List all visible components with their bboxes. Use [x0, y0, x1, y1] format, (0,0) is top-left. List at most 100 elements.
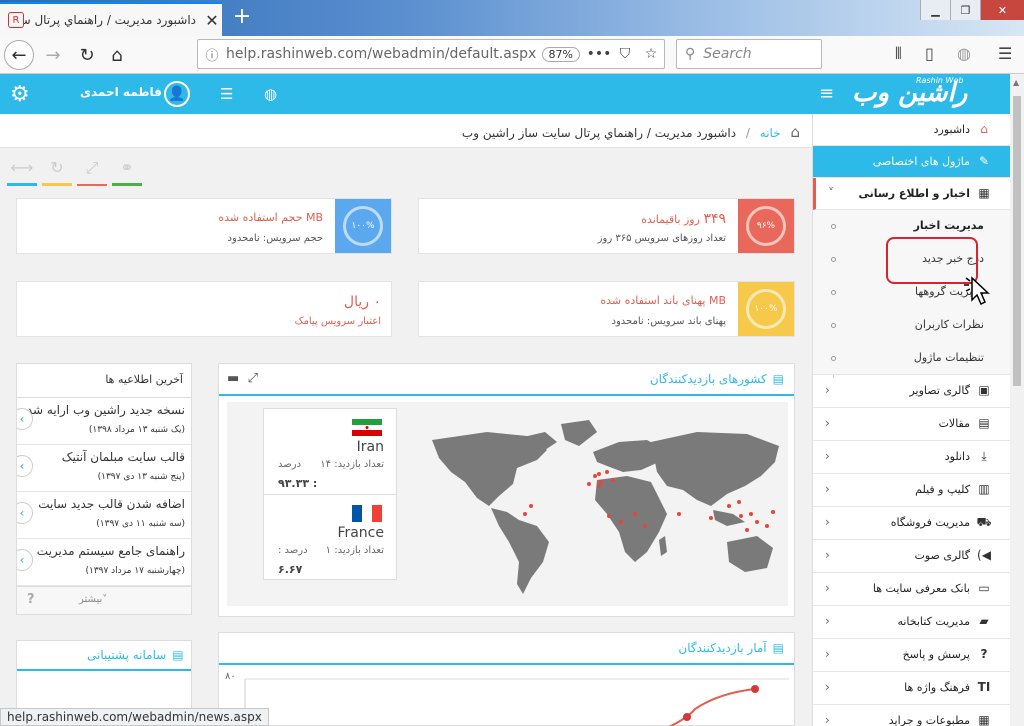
new-tab-button[interactable]: + [228, 4, 256, 32]
sidebar-item-faq[interactable]: ? پرسش و پاسخ ‹ [813, 639, 1010, 672]
document-icon: ▤ [978, 416, 990, 430]
sidebar-item-label: مدیریت فروشگاه [890, 516, 970, 529]
pocket-icon[interactable]: ⛉ [612, 46, 638, 62]
days-service: تعداد روزهای سرویس ۳۶۵ روز [597, 233, 726, 244]
refresh-icon[interactable]: ↻ [39, 158, 75, 186]
tab-title: داشبورد مديريت / راهنماي پرتال سا [24, 13, 196, 27]
bandwidth-service: پهنای باند سرویس: نامحدود [611, 316, 726, 327]
sidebar-subitem-module-settings[interactable]: تنظیمات ماژول [813, 342, 1010, 375]
close-tab-icon[interactable]: ✕ [202, 11, 222, 30]
sidebar-item-glossary[interactable]: TI فرهنگ واژه ها ‹ [813, 672, 1010, 705]
home-icon[interactable]: ⌂ [790, 123, 800, 141]
sidebar-item-label: کلیپ و فیلم [915, 483, 970, 496]
browser-tab[interactable]: R داشبورد مديريت / راهنماي پرتال سا ✕ [0, 2, 222, 36]
days-value: ۳۴۹ [703, 211, 726, 227]
page-actions-icon[interactable]: ••• [586, 46, 612, 62]
back-button[interactable]: ← [4, 40, 34, 70]
sidebar-item-video[interactable]: ▥ کلیپ و فیلم ‹ [813, 474, 1010, 507]
sidebar-item-audio[interactable]: ◀) گالری صوت ‹ [813, 540, 1010, 573]
avatar[interactable]: 👤 [164, 81, 190, 107]
scroll-up-icon[interactable]: ▲ [1013, 78, 1019, 87]
country-row: France تعداد بازدید: ۱ درصد : ۶.۶۷ [264, 495, 396, 581]
minimize-button[interactable]: ▁ [920, 0, 950, 20]
globe-icon[interactable]: ◍ [264, 85, 277, 103]
more-link[interactable]: بیشتر˅ [79, 594, 107, 605]
chevron-left-icon: ‹ [825, 482, 830, 496]
bookmark-star-icon[interactable]: ☆ [638, 46, 664, 62]
url-text[interactable]: help.rashinweb.com/webadmin/default.aspx [226, 46, 542, 62]
chevron-left-icon: ‹ [825, 548, 830, 562]
sidebar-item-news[interactable]: ▦ اخبار و اطلاع رسانی ˅ [813, 178, 1010, 210]
page-scrollbar[interactable]: ▲ [1010, 74, 1024, 726]
chevron-left-icon: ‹ [825, 647, 830, 661]
menu-toggle-icon[interactable]: ≡ [819, 83, 834, 104]
map-panel-title: کشورهای بازدیدکنندگان [649, 372, 767, 386]
country-percent-label: درصد [278, 459, 302, 470]
zoom-indicator[interactable]: 87% [541, 46, 580, 62]
browser-menu-icon[interactable]: ☰ [998, 44, 1012, 63]
sidebar-item-library[interactable]: ▰ مدیریت کتابخانه ‹ [813, 606, 1010, 639]
chevron-left-icon[interactable]: ‹ [17, 408, 33, 430]
link-icon[interactable]: ⚭ [109, 158, 145, 186]
reload-button[interactable]: ↻ [72, 40, 102, 70]
library-icon[interactable]: ⫴ [895, 44, 902, 64]
expand-panel-icon[interactable]: ⤢ [248, 371, 258, 386]
country-visits: تعداد بازدید: ۱۴ [320, 459, 384, 470]
gear-icon[interactable]: ⚙ [10, 82, 30, 107]
image-icon: ▣ [978, 383, 990, 397]
chevron-down-icon: ˅ [828, 186, 834, 200]
sms-value: ۰ ریال [343, 294, 381, 310]
address-bar[interactable]: ⓘ help.rashinweb.com/webadmin/default.as… [197, 39, 665, 69]
sidebar-toggle-icon[interactable]: ▯ [925, 44, 934, 63]
chevron-left-icon[interactable]: ‹ [17, 502, 33, 524]
sidebar-item-download[interactable]: ⤓ دانلود ‹ [813, 441, 1010, 474]
list-item[interactable]: اضافه شدن قالب جدید سایت (سه شنبه ۱۱ دی … [17, 492, 191, 539]
list-item[interactable]: قالب سایت مبلمان آنتیک (پنج شنبه ۱۳ دی ۱… [17, 445, 191, 492]
expand-icon[interactable]: ⤢ [74, 158, 110, 186]
sidebar-item-press[interactable]: ▦ مطبوعات و جراید ‹ [813, 705, 1010, 726]
announcement-title[interactable]: اضافه شدن قالب جدید سایت [38, 497, 185, 511]
sidebar-item-label: مقالات [938, 417, 970, 430]
chevron-left-icon: ‹ [825, 515, 830, 529]
search-placeholder: Search [703, 46, 752, 62]
list-item[interactable]: نسخه جدید راشین وب ارایه شد (یک شنبه ۱۳ … [17, 398, 191, 445]
window-controls: ▁ ❐ ✕ [920, 0, 1024, 20]
france-flag-icon [352, 505, 382, 522]
help-icon[interactable]: ? [27, 592, 35, 607]
breadcrumb-home[interactable]: خانه [760, 126, 781, 140]
search-input[interactable]: ⚲ Search [676, 39, 822, 69]
sidebar-item-label: گالری صوت [914, 549, 971, 562]
sidebar-item-articles[interactable]: ▤ مقالات ‹ [813, 408, 1010, 441]
list-item[interactable]: راهنمای جامع سیستم مدیریت (چهارشنبه ۱۷ م… [17, 539, 191, 586]
minimize-panel-icon[interactable]: ▬ [227, 371, 239, 386]
user-name[interactable]: فاطمه احمدی [80, 85, 162, 99]
sidebar-item-dashboard[interactable]: ⌂ داشبورد [813, 114, 1010, 146]
close-window-button[interactable]: ✕ [980, 0, 1024, 20]
globe-icon[interactable]: ◍ [957, 44, 971, 63]
restore-button[interactable]: ❐ [950, 0, 980, 20]
forward-button[interactable]: → [38, 40, 68, 70]
sidebar-item-shop[interactable]: ⛟ مدیریت فروشگاه ‹ [813, 507, 1010, 540]
chevron-left-icon[interactable]: ‹ [17, 549, 33, 571]
site-logo: راشین وب Rashin Web [852, 76, 967, 108]
status-url: help.rashinweb.com/webadmin/news.aspx [0, 708, 269, 726]
storage-label: MB حجم استفاده شده [218, 211, 323, 224]
sidebar-item-site-bank[interactable]: ▭ بانک معرفی سایت ها ‹ [813, 573, 1010, 606]
site-info-icon[interactable]: ⓘ [198, 45, 226, 64]
days-ring: ۹۶% [746, 206, 786, 246]
sidebar-item-image-gallery[interactable]: ▣ گالری تصاویر ‹ [813, 375, 1010, 408]
speaker-icon: ◀) [977, 548, 991, 562]
announcement-title[interactable]: قالب سایت مبلمان آنتیک [62, 450, 185, 464]
server-icon[interactable]: ☰ [220, 85, 233, 103]
pencil-icon: ✎ [978, 154, 990, 168]
scrollbar-thumb[interactable] [1013, 96, 1021, 386]
sidebar-item-custom-modules[interactable]: ✎ ماژول های اختصاصی [813, 146, 1010, 178]
announcement-title[interactable]: راهنمای جامع سیستم مدیریت [37, 544, 185, 558]
sidebar-subitem-comments[interactable]: نظرات کاربران [813, 309, 1010, 342]
chevron-left-icon[interactable]: ‹ [17, 455, 33, 477]
chevron-left-icon: ‹ [825, 680, 830, 694]
home-button[interactable]: ⌂ [102, 40, 132, 70]
collapse-icon[interactable]: ⟷ [4, 158, 40, 186]
book-icon: ▰ [979, 614, 989, 628]
announcement-title[interactable]: نسخه جدید راشین وب ارایه شد [27, 403, 185, 417]
